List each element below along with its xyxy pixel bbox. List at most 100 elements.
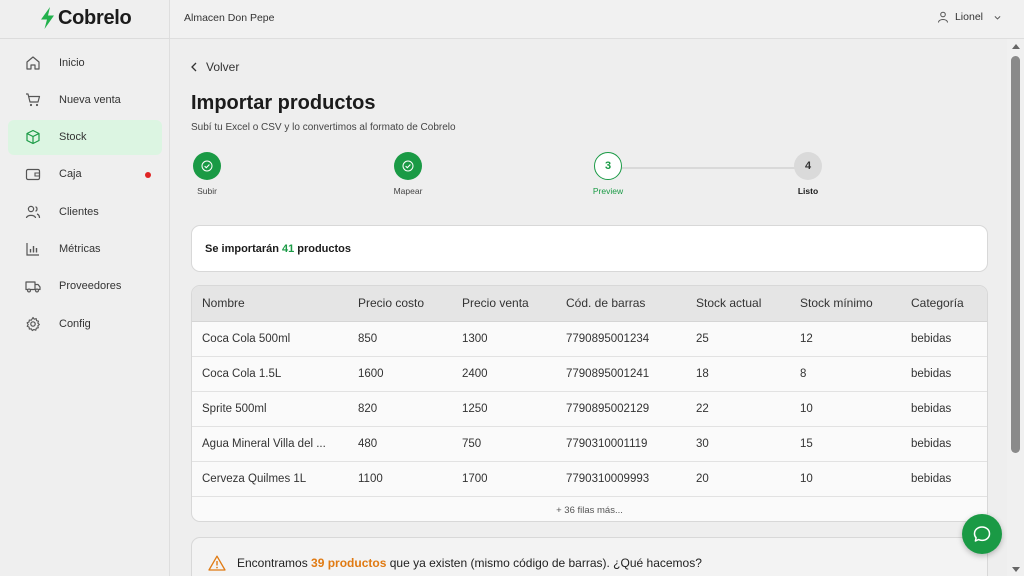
column-header: Nombre (192, 286, 348, 322)
table-cell: 20 (686, 461, 790, 497)
table-cell: 30 (686, 426, 790, 462)
summary-count: 41 (281, 242, 295, 255)
table-cell: 7790895001234 (556, 321, 686, 357)
table-cell: 2400 (452, 356, 556, 392)
preview-table-card: Nombre Precio costo Precio venta Cód. de… (191, 285, 988, 522)
duplicate-warning: Encontramos 39 productos que ya existen … (191, 537, 988, 576)
notification-dot (145, 171, 151, 178)
sidebar-item-stock[interactable]: Stock (8, 119, 162, 155)
table-cell: Coca Cola 1.5L (192, 356, 348, 392)
step-mapear: Mapear (368, 152, 448, 196)
column-header: Precio venta (452, 286, 556, 322)
sidebar-item-label: Stock (59, 131, 87, 144)
chat-bubble-icon (973, 526, 991, 542)
summary-suffix: productos (297, 242, 351, 255)
main-content: Volver Importar productos Subí tu Excel … (170, 39, 1007, 576)
user-menu[interactable]: Lionel (937, 11, 1002, 23)
table-cell: bebidas (901, 321, 987, 357)
step-circle (193, 152, 221, 180)
more-rows-link[interactable]: + 36 filas más... (192, 497, 987, 522)
topbar: Almacen Don Pepe Lionel (170, 0, 1024, 39)
store-name: Almacen Don Pepe (184, 12, 275, 24)
brand-name: Cobrelo (58, 6, 132, 29)
table-cell: 18 (686, 356, 790, 392)
truck-icon (25, 281, 41, 293)
check-icon (201, 160, 213, 172)
sidebar-item-proveedores[interactable]: Proveedores (8, 269, 162, 304)
table-cell: bebidas (901, 391, 987, 427)
warning-highlight: 39 productos (311, 556, 387, 570)
sidebar-item-caja[interactable]: Caja (8, 157, 162, 192)
sidebar-item-nueva-venta[interactable]: Nueva venta (8, 82, 162, 117)
user-icon (937, 11, 948, 23)
step-circle (394, 152, 422, 180)
page-scrollbar[interactable] (1007, 39, 1024, 576)
column-header: Stock mínimo (790, 286, 901, 322)
sidebar-item-label: Nueva venta (59, 93, 121, 106)
table-cell: 1300 (452, 321, 556, 357)
chevron-left-icon (191, 62, 197, 72)
sidebar-item-config[interactable]: Config (8, 306, 162, 341)
table-cell: Cerveza Quilmes 1L (192, 461, 348, 497)
page-title: Importar productos (191, 92, 376, 114)
table-cell: bebidas (901, 461, 987, 497)
step-label: Preview (592, 186, 624, 196)
table-cell: bebidas (901, 356, 987, 392)
sidebar-item-label: Config (59, 317, 91, 330)
users-icon (25, 205, 41, 218)
table-cell: Sprite 500ml (192, 391, 348, 427)
table-cell: 1100 (348, 461, 452, 497)
sidebar-item-label: Clientes (59, 205, 99, 218)
scroll-up-arrow-icon[interactable] (1012, 44, 1020, 49)
chevron-down-icon (994, 15, 1001, 20)
sidebar-item-label: Métricas (59, 242, 101, 255)
table-cell: 25 (686, 321, 790, 357)
sidebar-item-inicio[interactable]: Inicio (8, 45, 162, 80)
table-cell: 12 (790, 321, 901, 357)
back-link[interactable]: Volver (190, 60, 239, 74)
table-cell: Coca Cola 500ml (192, 321, 348, 357)
table-cell: 1700 (452, 461, 556, 497)
table-row: Cerveza Quilmes 1L 1100 1700 77903100099… (192, 461, 987, 497)
table-cell: 10 (790, 461, 901, 497)
column-header: Categoría (901, 286, 987, 322)
warning-icon (208, 555, 226, 571)
sidebar-item-label: Inicio (59, 56, 85, 69)
scroll-down-arrow-icon[interactable] (1012, 567, 1020, 572)
table-cell: Agua Mineral Villa del ... (192, 426, 348, 462)
table-cell: 480 (348, 426, 452, 462)
warning-text: Encontramos 39 productos que ya existen … (237, 556, 702, 570)
brand-logo[interactable]: Cobrelo (40, 6, 132, 30)
table-cell: 7790310009993 (556, 461, 686, 497)
import-summary: Se importarán 41 productos (191, 225, 988, 272)
back-label: Volver (206, 60, 240, 74)
wallet-icon (25, 169, 41, 181)
table-header-row: Nombre Precio costo Precio venta Cód. de… (192, 286, 987, 322)
page-subtitle: Subí tu Excel o CSV y lo convertimos al … (191, 122, 456, 133)
home-icon (26, 55, 40, 70)
warning-prefix: Encontramos (237, 556, 308, 570)
summary-prefix: Se importarán (205, 242, 279, 255)
user-name: Lionel (954, 11, 983, 23)
cart-icon (26, 93, 41, 106)
check-icon (402, 160, 414, 172)
chat-button[interactable] (962, 514, 1002, 554)
sidebar-item-label: Proveedores (59, 280, 122, 293)
divider (0, 38, 170, 39)
table-row: Sprite 500ml 820 1250 7790895002129 22 1… (192, 391, 987, 427)
step-listo: 4 Listo (768, 152, 848, 196)
sidebar-nav: Inicio Nueva venta Stock Caja Clientes M… (8, 45, 162, 343)
table-cell: 820 (348, 391, 452, 427)
scroll-thumb[interactable] (1011, 56, 1020, 453)
table-cell: 8 (790, 356, 901, 392)
sidebar-item-metricas[interactable]: Métricas (8, 231, 162, 266)
step-label: Subir (197, 186, 217, 196)
import-stepper: Subir Mapear 3 Preview 4 Listo (170, 152, 1007, 202)
warning-suffix: que ya existen (mismo código de barras).… (389, 556, 702, 570)
sidebar-item-label: Caja (59, 168, 82, 181)
step-label: Listo (797, 186, 819, 196)
step-circle: 4 (794, 152, 822, 180)
table-cell: 850 (348, 321, 452, 357)
step-subir: Subir (170, 152, 247, 196)
sidebar-item-clientes[interactable]: Clientes (8, 194, 162, 229)
